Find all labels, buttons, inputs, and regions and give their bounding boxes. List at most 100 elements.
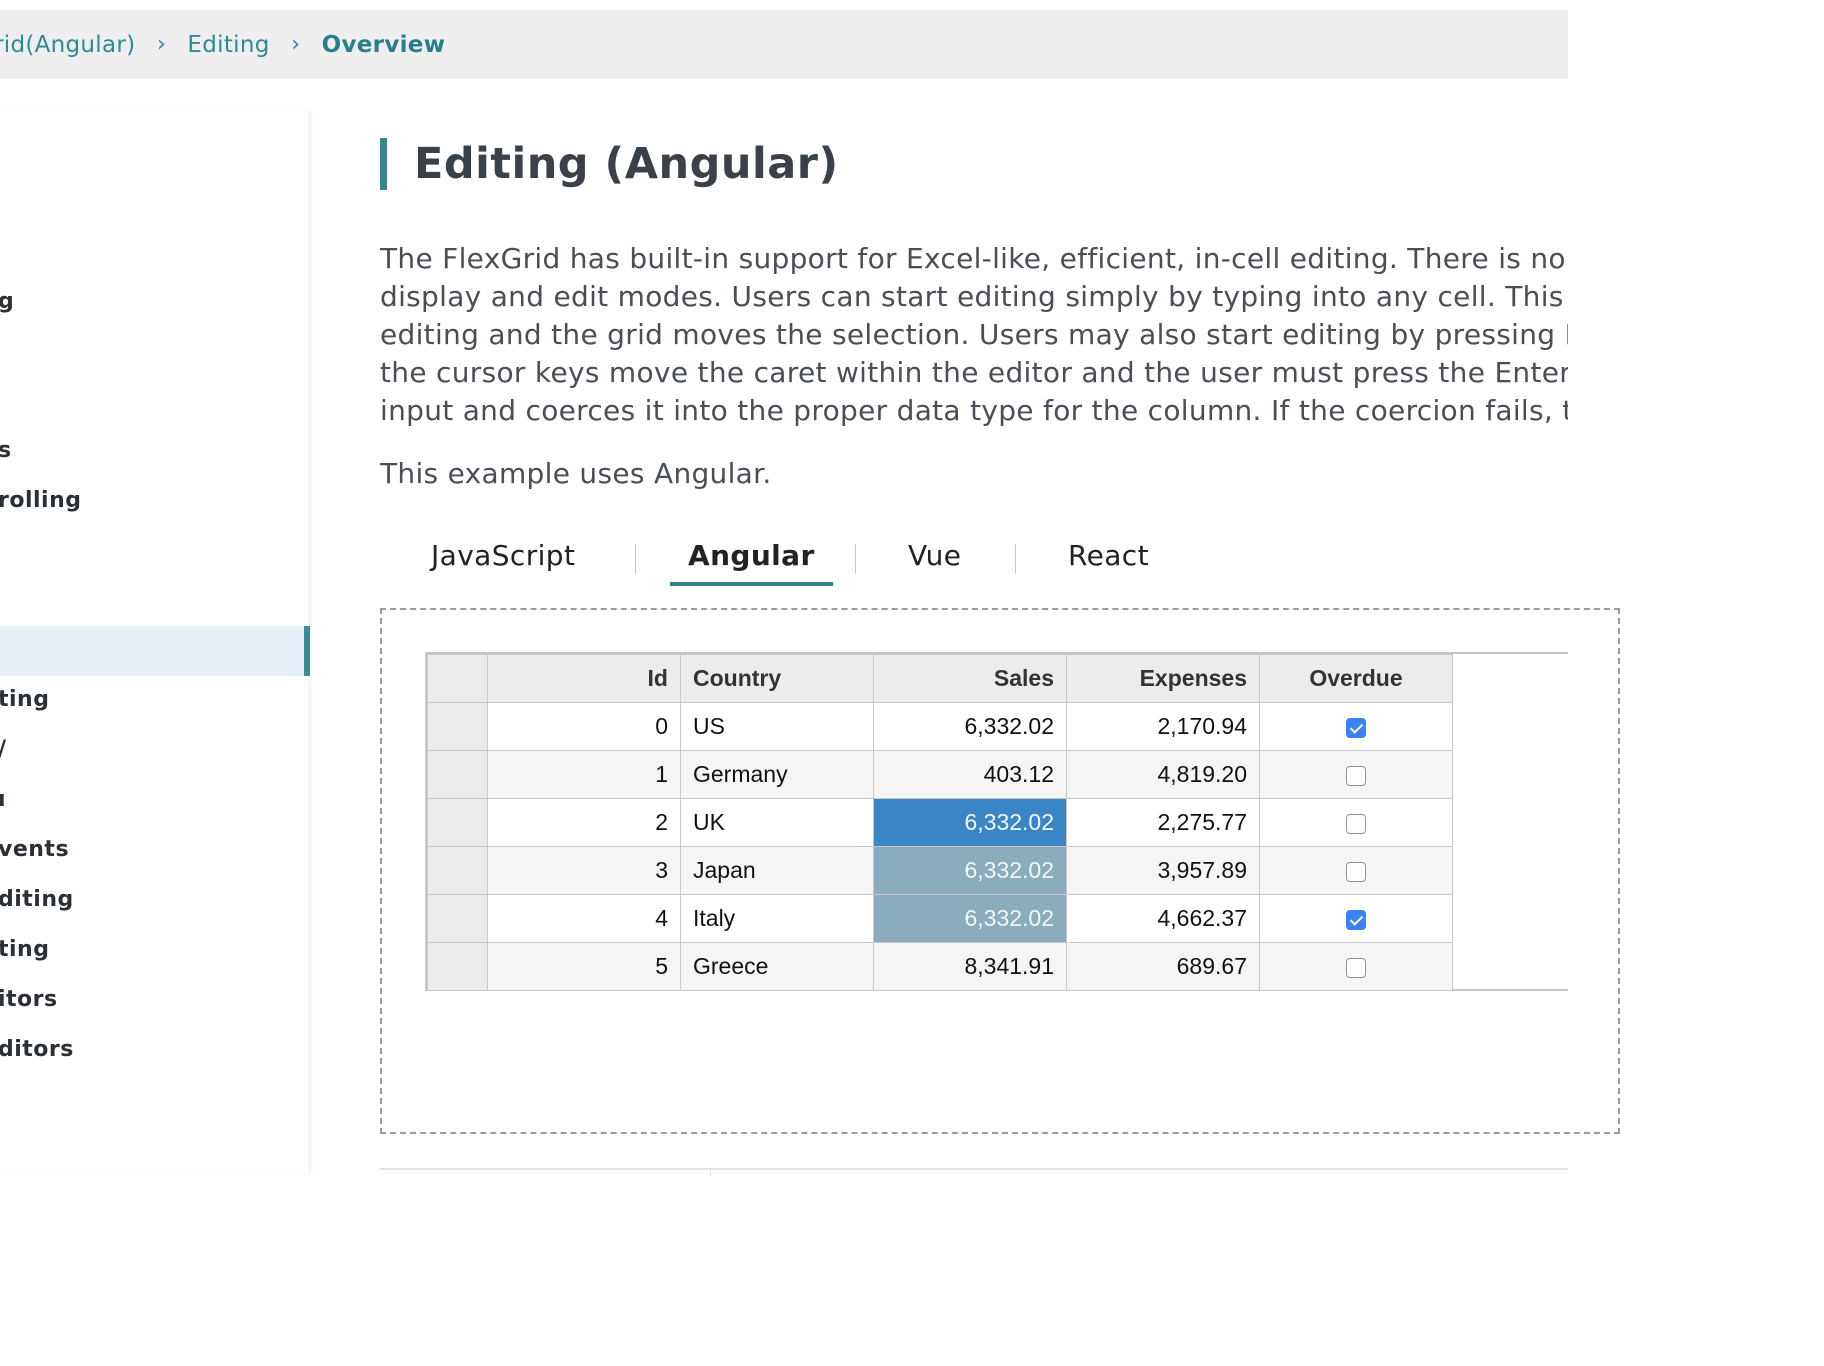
sidebar-item-label: ting <box>0 936 50 962</box>
cell-sales[interactable]: 6,332.02 <box>873 702 1067 751</box>
column-header-id[interactable]: Id <box>487 654 681 703</box>
breadcrumb-item-editing[interactable]: Editing <box>187 32 269 58</box>
table-row: 3 Japan 6,332.02 3,957.89 <box>427 846 1453 895</box>
table-row: 2 UK 6,332.02 2,275.77 <box>427 798 1453 847</box>
sidebar-item[interactable]: s <box>0 425 310 475</box>
sidebar-item[interactable]: g <box>0 276 310 326</box>
cell-country[interactable]: Germany <box>680 750 874 799</box>
cell-overdue[interactable] <box>1259 846 1453 895</box>
cell-country[interactable]: Japan <box>680 846 874 895</box>
cell-expenses[interactable]: 689.67 <box>1066 942 1260 991</box>
cell-overdue[interactable] <box>1259 702 1453 751</box>
sidebar-item-label: rolling <box>0 487 82 513</box>
checkbox-checked[interactable] <box>1346 909 1366 930</box>
checkbox-unchecked[interactable] <box>1346 957 1366 978</box>
breadcrumb-item-flexgrid-angular[interactable]: rid(Angular) <box>0 32 135 58</box>
sidebar-item[interactable]: / <box>0 724 310 774</box>
sidebar-item-label: ı <box>0 786 7 812</box>
sidebar-item[interactable]: itors <box>0 974 310 1024</box>
row-header[interactable] <box>427 702 488 751</box>
chevron-right-icon: › <box>291 32 301 57</box>
sidebar-item[interactable]: vents <box>0 824 310 874</box>
intro-line: editing and the grid moves the selection… <box>380 318 1568 351</box>
sidebar-item-label: s <box>0 437 12 463</box>
cell-overdue[interactable] <box>1259 942 1453 991</box>
cell-expenses[interactable]: 2,275.77 <box>1066 798 1260 847</box>
column-header-expenses[interactable]: Expenses <box>1066 654 1260 703</box>
cell-id[interactable]: 5 <box>487 942 681 991</box>
cell-overdue[interactable] <box>1259 750 1453 799</box>
sidebar-nav: g s rolling ting / ı vents diting ting i… <box>0 110 310 1174</box>
flexgrid[interactable]: Id Country Sales Expenses Overdue 0 US 6… <box>425 652 1568 991</box>
intro-line: The FlexGrid has built-in support for Ex… <box>380 242 1566 275</box>
cell-id[interactable]: 2 <box>487 798 681 847</box>
page-title: Editing (Angular) <box>380 138 839 190</box>
tab-javascript[interactable]: JavaScript <box>431 530 575 586</box>
grid-table: Id Country Sales Expenses Overdue 0 US 6… <box>427 654 1453 991</box>
checkbox-checked[interactable] <box>1346 717 1366 738</box>
cell-id[interactable]: 4 <box>487 894 681 943</box>
sidebar-item[interactable]: ting <box>0 674 310 724</box>
sidebar-item-label: / <box>0 737 7 762</box>
sidebar-item-label: diting <box>0 886 74 912</box>
intro-line: the cursor keys move the caret within th… <box>380 356 1568 389</box>
cell-expenses[interactable]: 2,170.94 <box>1066 702 1260 751</box>
cell-expenses[interactable]: 4,662.37 <box>1066 894 1260 943</box>
cell-expenses[interactable]: 3,957.89 <box>1066 846 1260 895</box>
checkbox-unchecked[interactable] <box>1346 861 1366 882</box>
bottom-divider <box>380 1168 1568 1176</box>
sidebar-item[interactable]: diting <box>0 874 310 924</box>
top-left-cell[interactable] <box>427 654 488 703</box>
sidebar-item[interactable]: ting <box>0 924 310 974</box>
sidebar-item-label: ting <box>0 686 50 712</box>
column-header-sales[interactable]: Sales <box>873 654 1067 703</box>
cell-overdue[interactable] <box>1259 894 1453 943</box>
sidebar-item-label: vents <box>0 836 70 862</box>
cell-id[interactable]: 1 <box>487 750 681 799</box>
cell-sales-selected-active[interactable]: 6,332.02 <box>873 798 1067 847</box>
cell-country[interactable]: UK <box>680 798 874 847</box>
tab-divider <box>855 544 856 574</box>
table-row: 0 US 6,332.02 2,170.94 <box>427 702 1453 751</box>
example-note: This example uses Angular. <box>380 457 772 490</box>
intro-line: input and coerces it into the proper dat… <box>380 394 1568 427</box>
cell-country[interactable]: US <box>680 702 874 751</box>
cell-expenses[interactable]: 4,819.20 <box>1066 750 1260 799</box>
column-header-overdue[interactable]: Overdue <box>1259 654 1453 703</box>
row-header[interactable] <box>427 750 488 799</box>
cell-sales-selected[interactable]: 6,332.02 <box>873 846 1067 895</box>
sidebar-item-label: g <box>0 288 15 314</box>
tab-react[interactable]: React <box>1068 530 1149 586</box>
sidebar-item-label: ditors <box>0 1036 74 1062</box>
sidebar-item[interactable]: ditors <box>0 1024 310 1074</box>
sidebar-item[interactable]: rolling <box>0 475 310 525</box>
column-header-country[interactable]: Country <box>680 654 874 703</box>
sidebar-item-label: itors <box>0 986 58 1012</box>
checkbox-unchecked[interactable] <box>1346 813 1366 834</box>
cell-sales[interactable]: 8,341.91 <box>873 942 1067 991</box>
tab-divider <box>635 544 636 574</box>
tab-angular[interactable]: Angular <box>670 530 833 586</box>
row-header[interactable] <box>427 942 488 991</box>
sidebar-item-active[interactable] <box>0 626 310 676</box>
cell-overdue[interactable] <box>1259 798 1453 847</box>
table-row: 1 Germany 403.12 4,819.20 <box>427 750 1453 799</box>
intro-paragraph: The FlexGrid has built-in support for Ex… <box>380 240 1568 430</box>
cell-country[interactable]: Greece <box>680 942 874 991</box>
breadcrumb-item-overview[interactable]: Overview <box>322 32 446 58</box>
tab-divider <box>1015 544 1016 574</box>
cell-country[interactable]: Italy <box>680 894 874 943</box>
row-header[interactable] <box>427 798 488 847</box>
cell-id[interactable]: 0 <box>487 702 681 751</box>
row-header[interactable] <box>427 846 488 895</box>
intro-line: display and edit modes. Users can start … <box>380 280 1564 313</box>
row-header[interactable] <box>427 894 488 943</box>
cell-id[interactable]: 3 <box>487 846 681 895</box>
checkbox-unchecked[interactable] <box>1346 765 1366 786</box>
framework-tabs: JavaScript Angular Vue React <box>380 530 1380 586</box>
tab-vue[interactable]: Vue <box>908 530 961 586</box>
chevron-right-icon: › <box>157 32 166 57</box>
cell-sales-selected[interactable]: 6,332.02 <box>873 894 1067 943</box>
sidebar-item[interactable]: ı <box>0 774 310 824</box>
cell-sales[interactable]: 403.12 <box>873 750 1067 799</box>
